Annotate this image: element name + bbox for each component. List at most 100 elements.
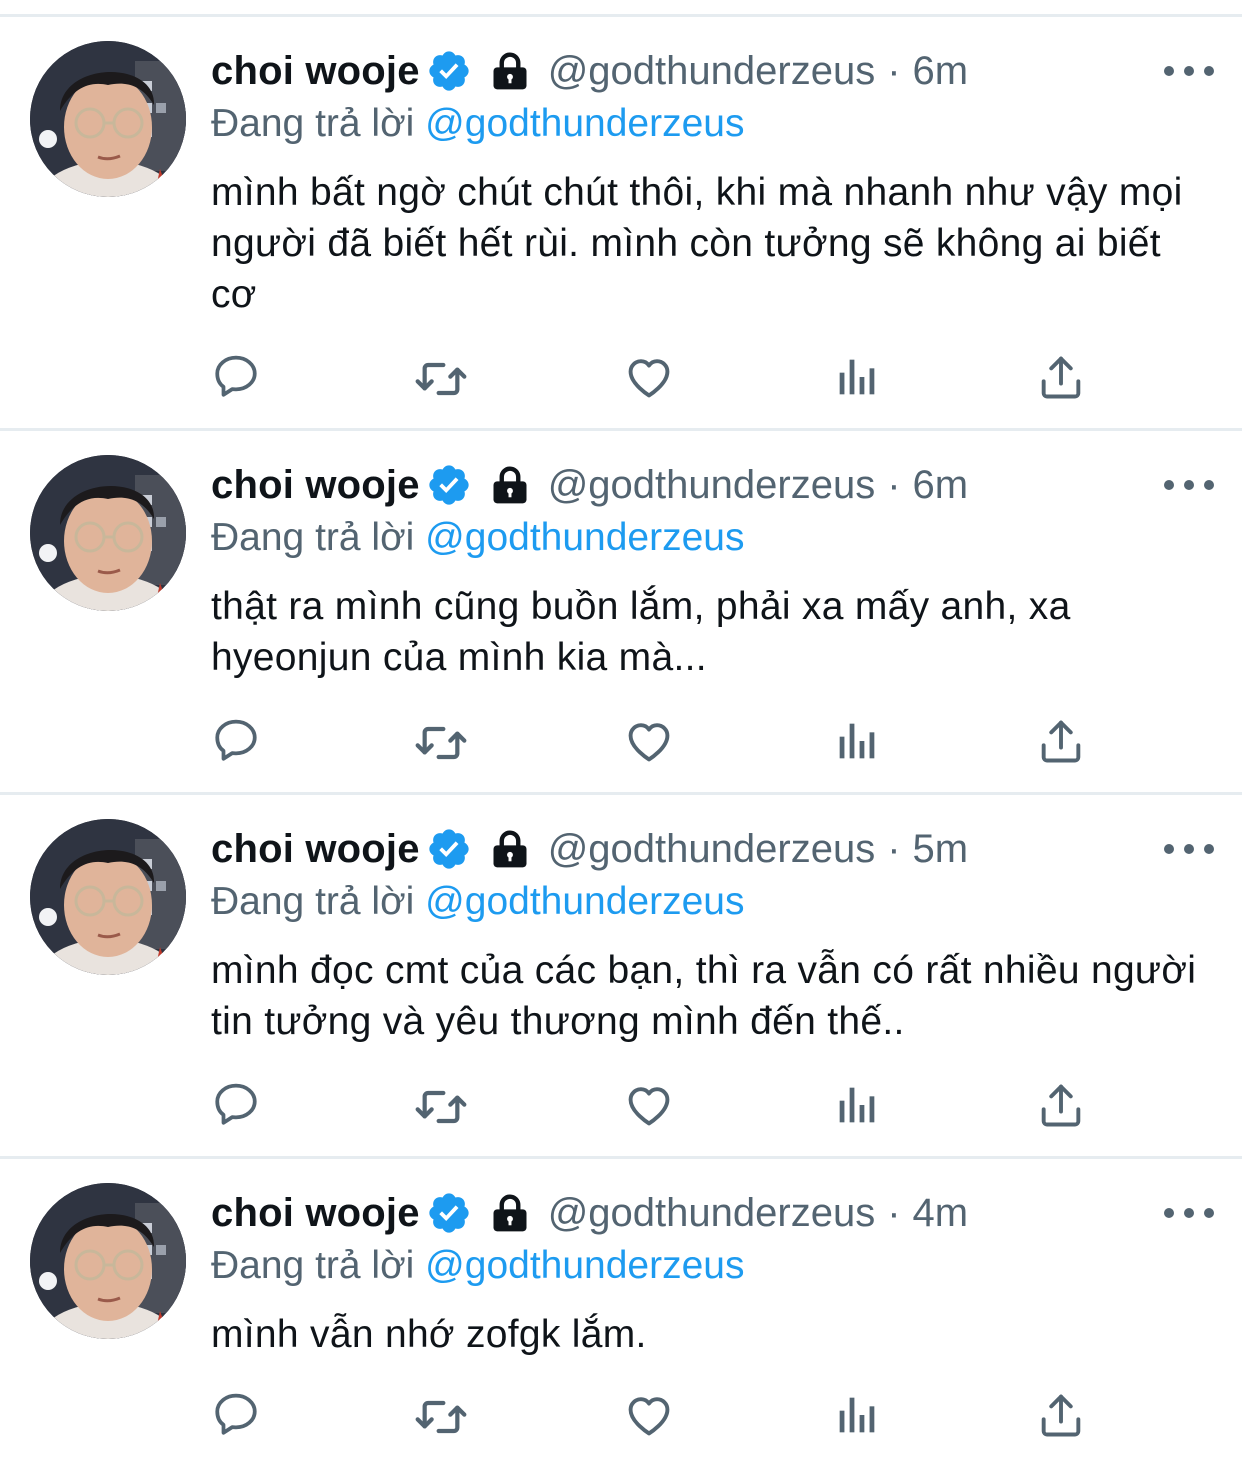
reply-to-handle[interactable]: @godthunderzeus xyxy=(425,516,744,559)
verified-badge-icon xyxy=(426,462,472,508)
timestamp[interactable]: 4m xyxy=(913,1191,969,1236)
retweet-icon xyxy=(413,351,469,407)
handle[interactable]: @godthunderzeus xyxy=(548,463,876,508)
reply-label: Đang trả lời xyxy=(211,880,415,923)
like-button[interactable] xyxy=(623,1389,679,1445)
tweet-header: choi wooje @godthunderzeus · 6m xyxy=(211,457,1202,513)
reply-icon xyxy=(211,1079,261,1129)
reply-button[interactable] xyxy=(211,1389,267,1445)
share-button[interactable] xyxy=(1035,715,1091,771)
timestamp[interactable]: 5m xyxy=(913,827,969,872)
avatar[interactable] xyxy=(30,41,186,197)
separator-dot: · xyxy=(887,1190,901,1235)
analytics-icon xyxy=(831,351,883,403)
lock-icon xyxy=(488,1191,532,1235)
tweet-content: choi wooje @godthunderzeus · 6m Đang trả… xyxy=(211,457,1202,683)
tweet-content: choi wooje @godthunderzeus · 5m Đang trả… xyxy=(211,821,1202,1047)
avatar[interactable] xyxy=(30,819,186,975)
avatar[interactable] xyxy=(30,1183,186,1339)
analytics-button[interactable] xyxy=(831,1079,887,1135)
handle[interactable]: @godthunderzeus xyxy=(548,49,876,94)
share-icon xyxy=(1035,1079,1087,1131)
display-name[interactable]: choi wooje xyxy=(211,827,420,872)
tweet[interactable]: choi wooje @godthunderzeus · 4m Đang trả… xyxy=(0,1159,1242,1459)
analytics-button[interactable] xyxy=(831,715,887,771)
tweet-text: thật ra mình cũng buồn lắm, phải xa mấy … xyxy=(211,585,1071,679)
display-name[interactable]: choi wooje xyxy=(211,1191,420,1236)
tweet-header: choi wooje @godthunderzeus · 4m xyxy=(211,1185,1202,1241)
retweet-icon xyxy=(413,1079,469,1135)
tweet-header: choi wooje @godthunderzeus · 6m xyxy=(211,43,1202,99)
like-icon xyxy=(623,715,675,767)
tweet-text: mình vẫn nhớ zofgk lắm. xyxy=(211,1313,647,1356)
share-icon xyxy=(1035,715,1087,767)
tweet-content: choi wooje @godthunderzeus · 4m Đang trả… xyxy=(211,1185,1202,1360)
tweet-header: choi wooje @godthunderzeus · 5m xyxy=(211,821,1202,877)
retweet-icon xyxy=(413,1389,469,1445)
like-button[interactable] xyxy=(623,715,679,771)
reply-icon xyxy=(211,1389,261,1439)
analytics-button[interactable] xyxy=(831,351,887,407)
reply-context: Đang trả lời @godthunderzeus xyxy=(211,513,1202,563)
tweet-content: choi wooje @godthunderzeus · 6m Đang trả… xyxy=(211,43,1202,320)
like-button[interactable] xyxy=(623,1079,679,1135)
separator-dot: · xyxy=(887,462,901,507)
avatar[interactable] xyxy=(30,455,186,611)
lock-icon xyxy=(488,49,532,93)
like-icon xyxy=(623,351,675,403)
reply-context: Đang trả lời @godthunderzeus xyxy=(211,99,1202,149)
lock-icon xyxy=(488,463,532,507)
retweet-button[interactable] xyxy=(413,1389,469,1445)
tweet[interactable]: choi wooje @godthunderzeus · 5m Đang trả… xyxy=(0,795,1242,1159)
reply-to-handle[interactable]: @godthunderzeus xyxy=(425,102,744,145)
reply-to-handle[interactable]: @godthunderzeus xyxy=(425,1244,744,1287)
display-name[interactable]: choi wooje xyxy=(211,463,420,508)
lock-icon xyxy=(488,827,532,871)
action-bar xyxy=(211,1389,1111,1449)
retweet-button[interactable] xyxy=(413,351,469,407)
share-icon xyxy=(1035,1389,1087,1441)
analytics-icon xyxy=(831,1079,883,1131)
share-button[interactable] xyxy=(1035,351,1091,407)
verified-badge-icon xyxy=(426,48,472,94)
verified-badge-icon xyxy=(426,1190,472,1236)
like-icon xyxy=(623,1079,675,1131)
tweet-text: mình bất ngờ chút chút thôi, khi mà nhan… xyxy=(211,171,1183,316)
share-button[interactable] xyxy=(1035,1389,1091,1445)
action-bar xyxy=(211,351,1111,411)
handle[interactable]: @godthunderzeus xyxy=(548,827,876,872)
reply-button[interactable] xyxy=(211,715,267,771)
reply-button[interactable] xyxy=(211,351,267,407)
reply-icon xyxy=(211,351,261,401)
tweet[interactable]: choi wooje @godthunderzeus · 6m Đang trả… xyxy=(0,431,1242,795)
reply-to-handle[interactable]: @godthunderzeus xyxy=(425,880,744,923)
reply-icon xyxy=(211,715,261,765)
tweet-text: mình đọc cmt của các bạn, thì ra vẫn có … xyxy=(211,949,1197,1043)
action-bar xyxy=(211,1079,1111,1139)
reply-label: Đang trả lời xyxy=(211,102,415,145)
retweet-button[interactable] xyxy=(413,1079,469,1135)
reply-context: Đang trả lời @godthunderzeus xyxy=(211,877,1202,927)
verified-badge-icon xyxy=(426,826,472,872)
handle[interactable]: @godthunderzeus xyxy=(548,1191,876,1236)
action-bar xyxy=(211,715,1111,775)
analytics-icon xyxy=(831,1389,883,1441)
retweet-icon xyxy=(413,715,469,771)
separator-dot: · xyxy=(887,826,901,871)
display-name[interactable]: choi wooje xyxy=(211,49,420,94)
analytics-icon xyxy=(831,715,883,767)
share-icon xyxy=(1035,351,1087,403)
separator-dot: · xyxy=(887,48,901,93)
reply-context: Đang trả lời @godthunderzeus xyxy=(211,1241,1202,1291)
retweet-button[interactable] xyxy=(413,715,469,771)
like-icon xyxy=(623,1389,675,1441)
timestamp[interactable]: 6m xyxy=(913,49,969,94)
share-button[interactable] xyxy=(1035,1079,1091,1135)
analytics-button[interactable] xyxy=(831,1389,887,1445)
tweet[interactable]: choi wooje @godthunderzeus · 6m Đang trả… xyxy=(0,17,1242,431)
timeline: choi wooje @godthunderzeus · 6m Đang trả… xyxy=(0,17,1242,1459)
reply-label: Đang trả lời xyxy=(211,516,415,559)
like-button[interactable] xyxy=(623,351,679,407)
reply-button[interactable] xyxy=(211,1079,267,1135)
timestamp[interactable]: 6m xyxy=(913,463,969,508)
